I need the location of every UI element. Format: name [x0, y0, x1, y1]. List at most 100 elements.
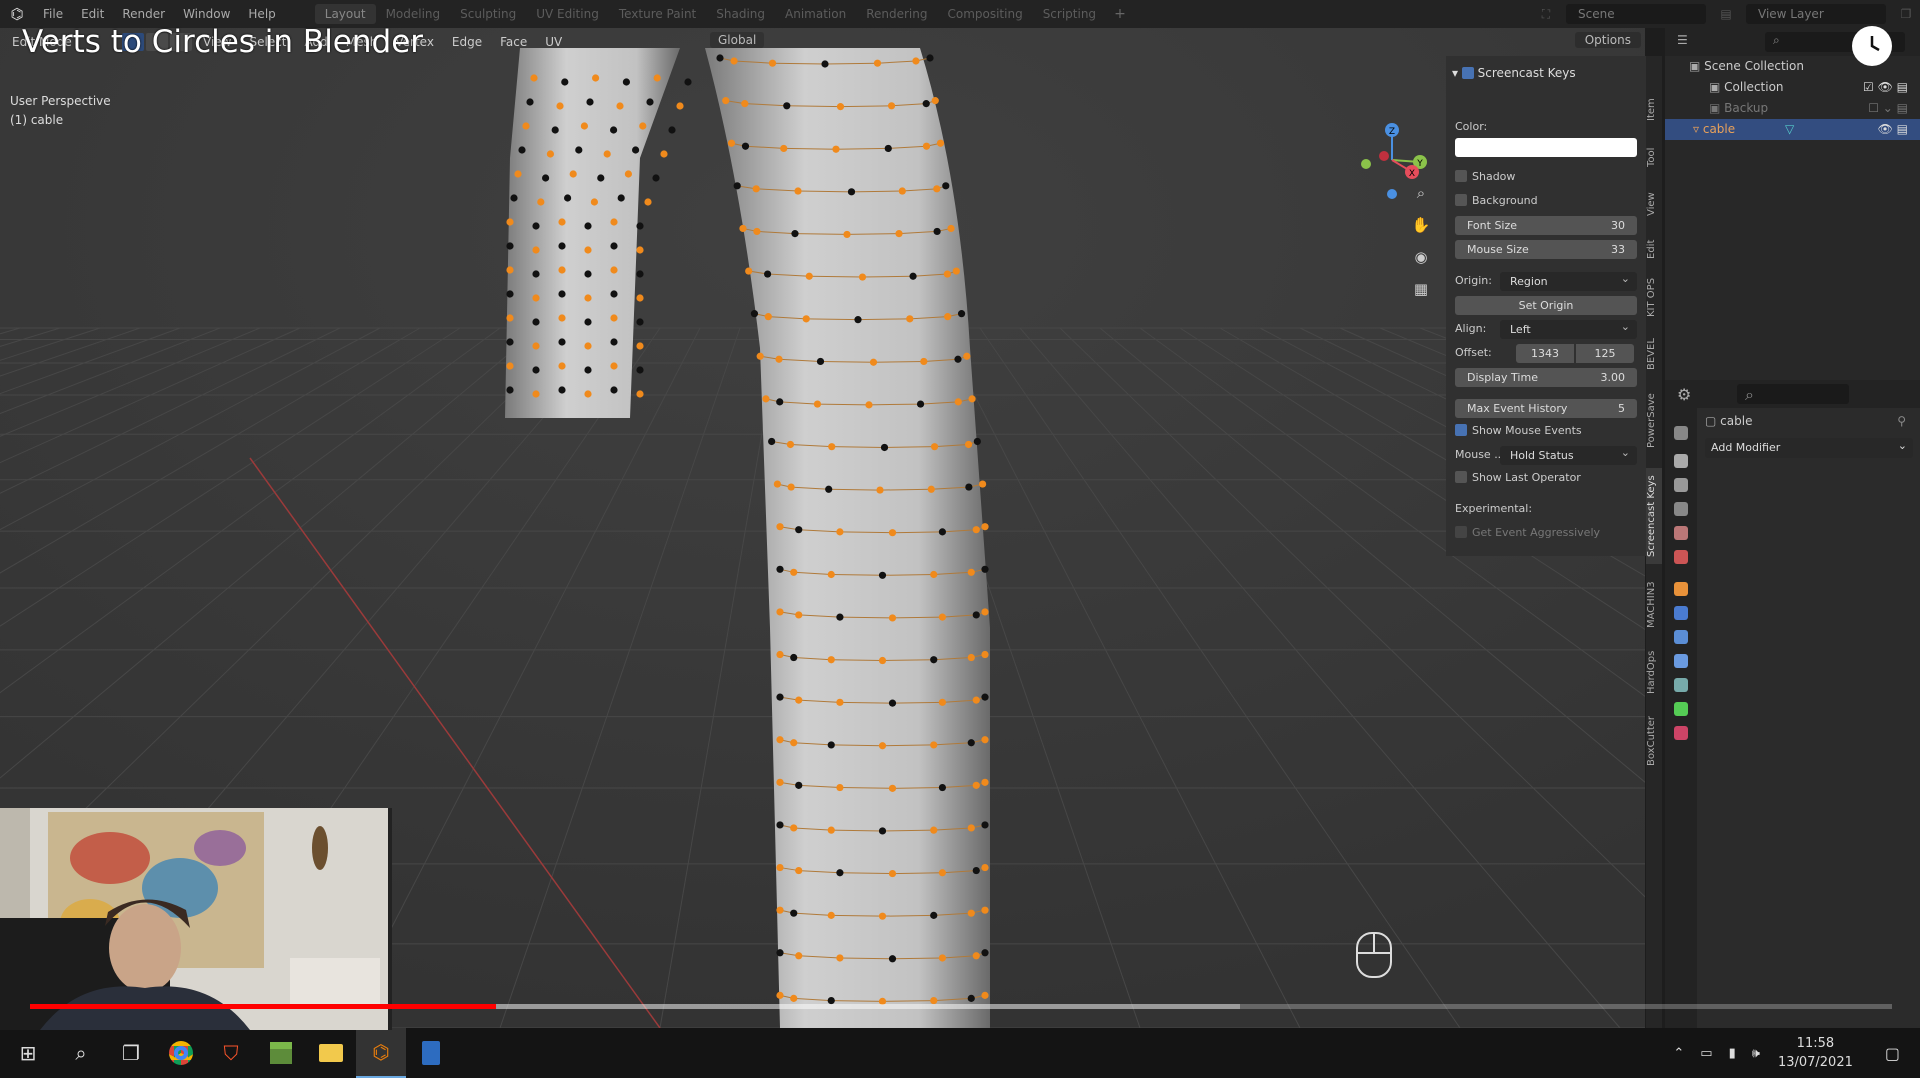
outliner-row-collection[interactable]: ▣ Collection ☑ 👁 ▤	[1665, 77, 1920, 98]
mesh-vertex[interactable]	[836, 103, 845, 111]
mesh-vertex[interactable]	[944, 313, 952, 321]
mesh-vertex[interactable]	[636, 390, 644, 398]
constraints-tab-icon[interactable]	[1674, 678, 1688, 692]
mesh-vertex[interactable]	[795, 866, 803, 875]
network-icon[interactable]: ▭	[1692, 1046, 1720, 1061]
mesh-vertex[interactable]	[786, 440, 795, 449]
mesh-vertex[interactable]	[776, 565, 784, 573]
mesh-vertex[interactable]	[964, 440, 973, 449]
mesh-vertex[interactable]	[764, 270, 772, 278]
tab-modeling[interactable]: Modeling	[376, 4, 451, 24]
brave-icon[interactable]: ⛉	[206, 1028, 256, 1078]
mesh-vertex[interactable]	[610, 218, 618, 226]
taskbar-clock[interactable]: 11:58 13/07/2021	[1778, 1034, 1853, 1072]
mesh-vertex[interactable]	[930, 656, 938, 664]
scene-tab-icon[interactable]	[1674, 526, 1688, 540]
mesh-vertex[interactable]	[506, 290, 514, 298]
mesh-vertex[interactable]	[636, 318, 644, 326]
notifications-icon[interactable]: ▢	[1875, 1044, 1920, 1063]
mesh-vertex[interactable]	[979, 480, 987, 488]
mesh-vertex[interactable]	[972, 611, 980, 619]
mesh-vertex[interactable]	[790, 568, 798, 576]
mesh-vertex[interactable]	[972, 526, 980, 534]
mesh-vertex[interactable]	[816, 357, 825, 366]
mesh-vertex[interactable]	[584, 270, 592, 278]
menu-edit[interactable]: Edit	[72, 7, 113, 21]
data-tab-icon[interactable]	[1674, 702, 1688, 716]
mesh-vertex[interactable]	[938, 698, 947, 706]
mesh-vertex[interactable]	[790, 994, 798, 1002]
mesh-vertex[interactable]	[933, 185, 941, 193]
scene-icon[interactable]: ⛶	[1532, 7, 1560, 22]
mesh-vertex[interactable]	[622, 78, 631, 86]
mesh-vertex[interactable]	[558, 242, 566, 250]
mesh-vertex[interactable]	[922, 100, 930, 108]
mesh-vertex[interactable]	[584, 222, 592, 230]
windows-start-icon[interactable]: ⊞	[0, 1028, 56, 1078]
mesh-vertex[interactable]	[532, 390, 540, 398]
mesh-vertex[interactable]	[636, 294, 644, 302]
visibility-icons[interactable]: ☐ ⌄ ▤	[1868, 98, 1908, 119]
mesh-vertex[interactable]	[542, 174, 550, 182]
mesh-vertex[interactable]	[762, 395, 770, 403]
menu-render[interactable]: Render	[113, 7, 174, 21]
mesh-vertex[interactable]	[636, 270, 644, 278]
orientation-dropdown[interactable]: Global	[710, 32, 765, 48]
mesh-vertex[interactable]	[506, 218, 514, 226]
get-event-checkbox[interactable]: Get Event Aggressively	[1455, 526, 1600, 539]
mesh-vertex[interactable]	[972, 781, 980, 789]
chrome-icon[interactable]	[156, 1028, 206, 1078]
mesh-vertex[interactable]	[827, 826, 835, 834]
mesh-vertex[interactable]	[733, 182, 741, 190]
mesh-vertex[interactable]	[569, 170, 577, 178]
mesh-vertex[interactable]	[558, 314, 566, 322]
mesh-vertex[interactable]	[790, 653, 798, 662]
mesh-vertex[interactable]	[768, 437, 776, 446]
mesh-vertex[interactable]	[610, 362, 618, 370]
mesh-vertex[interactable]	[575, 146, 583, 154]
mesh-vertex[interactable]	[967, 739, 975, 747]
mesh-vertex[interactable]	[888, 869, 897, 878]
add-workspace-icon[interactable]: +	[1106, 6, 1134, 22]
view-layer-icon[interactable]: ▤	[1712, 7, 1740, 21]
mesh-vertex[interactable]	[518, 146, 526, 154]
mesh-vertex[interactable]	[558, 266, 566, 274]
mesh-vertex[interactable]	[532, 246, 540, 254]
mesh-vertex[interactable]	[556, 102, 564, 110]
mouse-size-field[interactable]: Mouse Size 33	[1455, 240, 1637, 259]
mesh-vertex[interactable]	[506, 314, 514, 322]
mesh-vertex[interactable]	[981, 693, 989, 701]
tab-screencast-keys[interactable]: Screencast Keys	[1646, 468, 1662, 564]
mesh-vertex[interactable]	[895, 230, 903, 238]
tab-bevel[interactable]: BEVEL	[1646, 332, 1662, 376]
mesh-vertex[interactable]	[981, 778, 989, 786]
mesh-vertex[interactable]	[532, 366, 540, 374]
mesh-vertex[interactable]	[888, 529, 897, 537]
mesh-vertex[interactable]	[660, 150, 668, 158]
mesh-vertex[interactable]	[776, 778, 784, 786]
mesh-vertex[interactable]	[584, 342, 592, 350]
mesh-vertex[interactable]	[617, 194, 625, 202]
mesh-vertex[interactable]	[532, 318, 540, 326]
mesh-vertex[interactable]	[836, 698, 844, 706]
mesh-vertex[interactable]	[954, 355, 962, 363]
mesh-vertex[interactable]	[795, 696, 803, 704]
mesh-vertex[interactable]	[532, 294, 540, 302]
mesh-vertex[interactable]	[938, 954, 947, 962]
mesh-vertex[interactable]	[584, 294, 592, 302]
mesh-vertex[interactable]	[610, 242, 618, 250]
mesh-vertex[interactable]	[776, 398, 784, 406]
mesh-vertex[interactable]	[795, 611, 803, 619]
gizmo-neg-x[interactable]	[1379, 151, 1389, 161]
mesh-vertex[interactable]	[972, 866, 980, 875]
mesh-vertex[interactable]	[967, 653, 975, 662]
menu-edge[interactable]: Edge	[443, 35, 491, 49]
mesh-vertex[interactable]	[828, 443, 836, 451]
mesh-vertex[interactable]	[741, 100, 749, 108]
mesh-vertex[interactable]	[506, 242, 514, 250]
mesh-vertex[interactable]	[916, 400, 925, 408]
mesh-vertex[interactable]	[938, 869, 947, 877]
mesh-vertex[interactable]	[506, 386, 514, 394]
menu-file[interactable]: File	[34, 7, 72, 21]
mesh-vertex[interactable]	[632, 146, 640, 154]
